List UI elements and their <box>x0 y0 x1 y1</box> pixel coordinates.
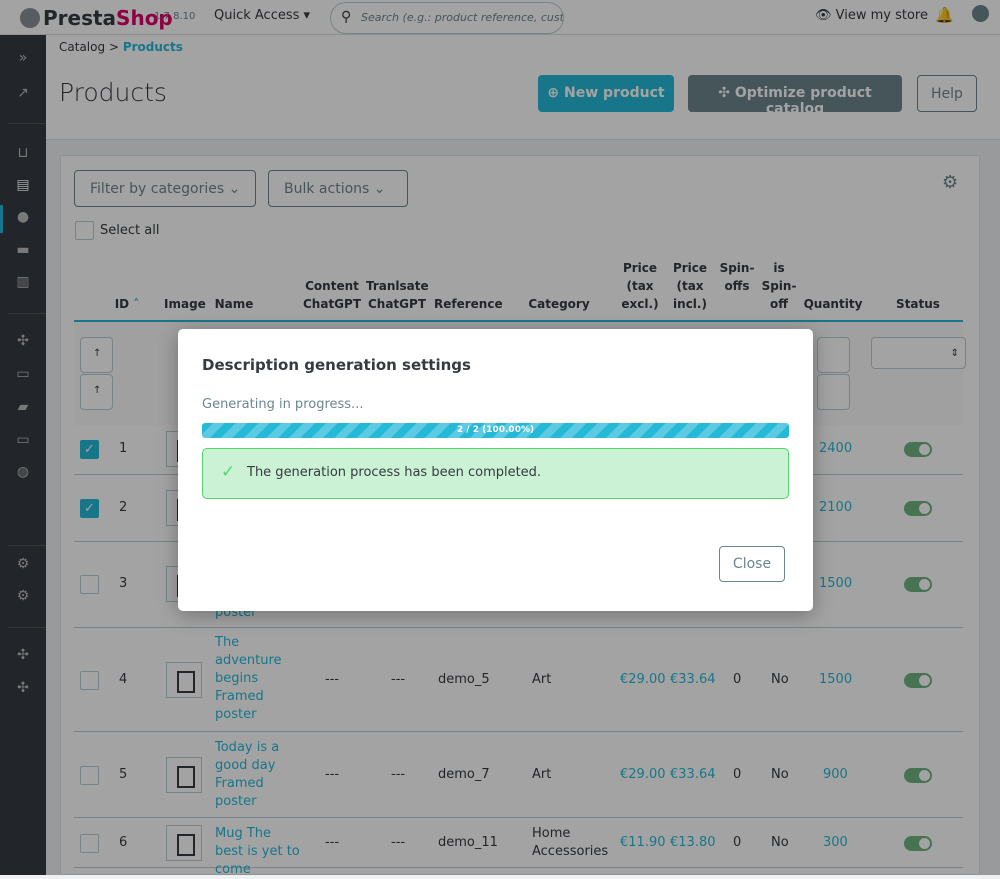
close-button[interactable]: Close <box>719 546 785 582</box>
checkmark-icon: ✓ <box>221 462 236 482</box>
progress-status: Generating in progress... <box>202 397 364 412</box>
generation-modal: Description generation settings Generati… <box>178 329 813 611</box>
progress-bar: 2 / 2 (100.00%) <box>202 423 789 438</box>
modal-title: Description generation settings <box>202 356 471 374</box>
success-alert: ✓ The generation process has been complet… <box>202 448 789 499</box>
